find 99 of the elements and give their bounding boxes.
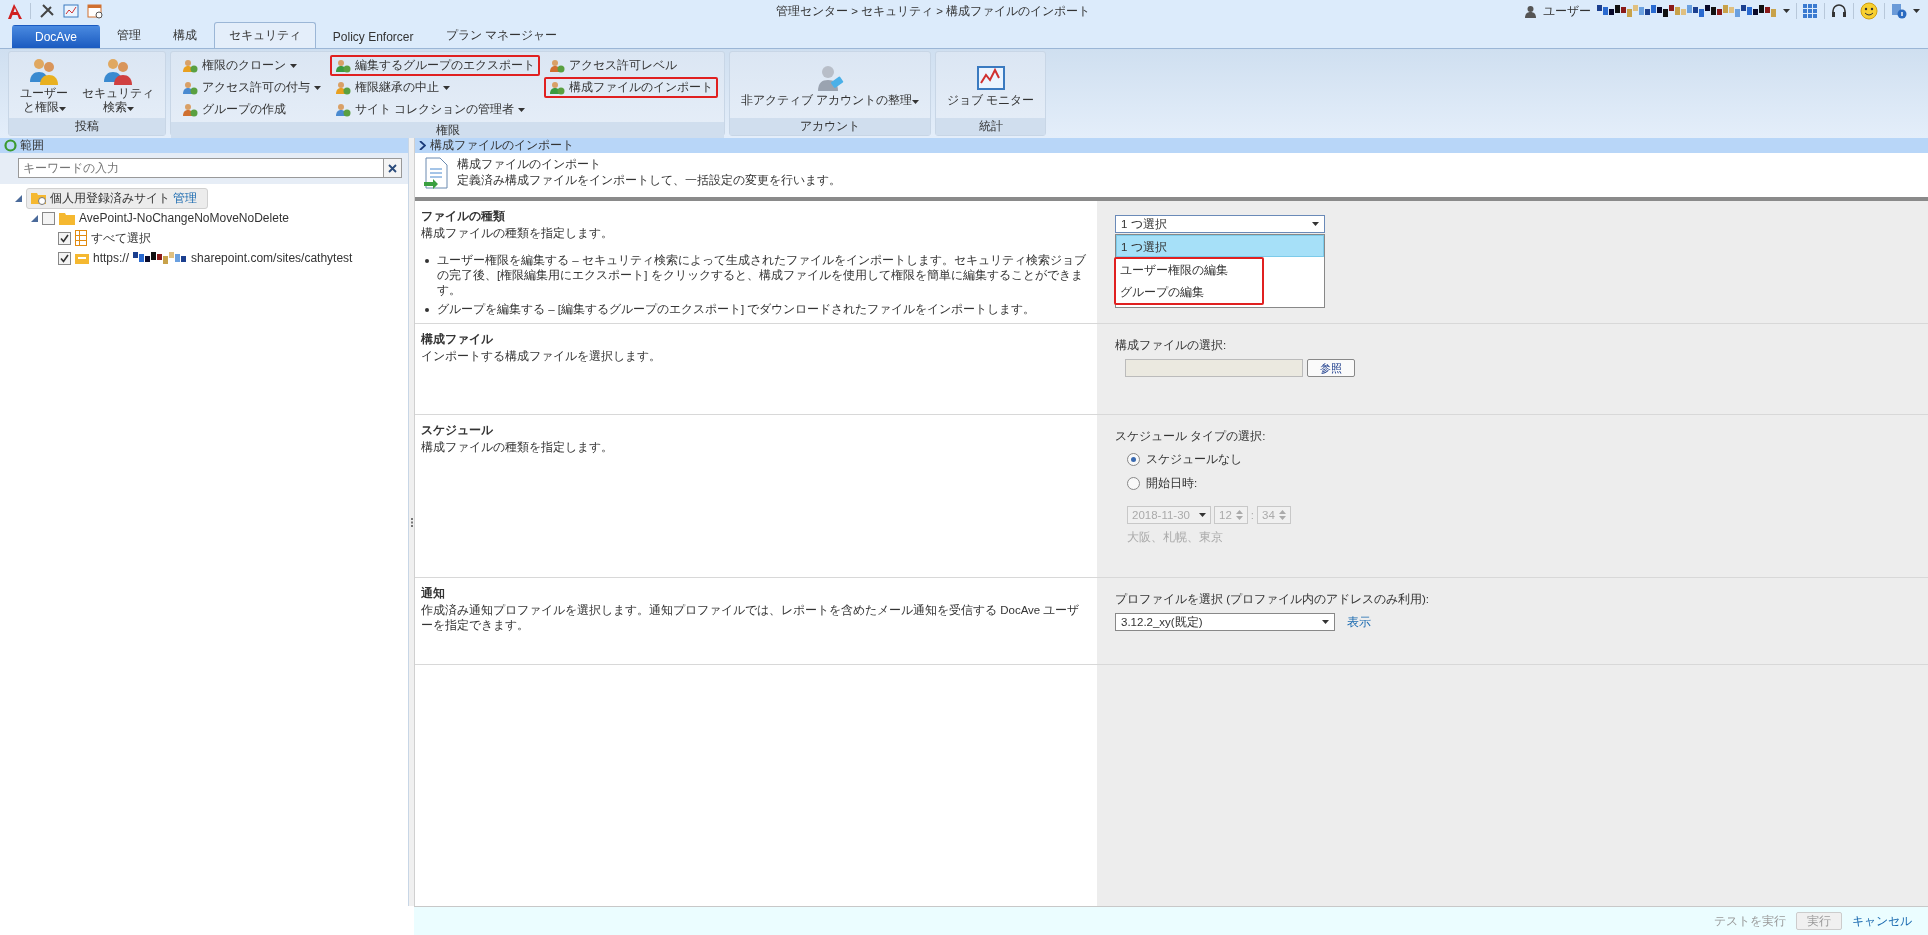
users-icon	[103, 56, 133, 87]
section-description: 構成ファイルの種類を指定します。	[421, 440, 614, 455]
radio-label: 開始日時:	[1146, 475, 1198, 491]
smiley-icon[interactable]	[1860, 2, 1878, 20]
chevron-icon	[419, 141, 426, 150]
ribbon-button[interactable]: グループの作成	[177, 99, 326, 120]
people-icon	[335, 57, 351, 74]
checkbox[interactable]	[58, 251, 71, 265]
caret-icon	[1322, 620, 1329, 624]
list-icon	[75, 230, 87, 246]
url-start: https://	[93, 251, 130, 265]
grip-icon[interactable]	[410, 517, 413, 527]
people-icon	[335, 79, 351, 96]
dropdown-option[interactable]: ユーザー権限の編集	[1116, 259, 1262, 281]
site-url: sharepoint.com/sites/cathytest	[191, 251, 353, 265]
section-description: 構成ファイルの種類を指定します。	[421, 226, 614, 241]
headset-icon[interactable]	[1831, 3, 1847, 19]
bullet-icon	[425, 259, 429, 263]
caret-icon	[1312, 222, 1319, 226]
group-title: アカウント	[730, 118, 931, 135]
tab[interactable]: プラン マネージャー	[430, 22, 572, 48]
field-label: 構成ファイルの選択:	[1115, 338, 1228, 353]
ribbon-button[interactable]: ユーザー と権限	[15, 54, 73, 116]
users-icon	[29, 56, 59, 87]
section-title: 通知	[421, 586, 446, 601]
spin-arrows-icon	[1235, 509, 1243, 521]
section-description: 作成済み通知プロファイルを選択します。通知プロファイルでは、レポートを含めたメール通知を受信する DocAve ユーザーを指定できます。	[421, 603, 1081, 633]
intro-title: 構成ファイルのインポート	[457, 157, 602, 172]
intro-description: 定義済み構成ファイルをインポートして、一括設定の変更を行います。	[457, 173, 841, 188]
bullet-text: ユーザー権限を編集する – セキュリティ検索によって生成されたファイルをインポートします。セキュリティ検索ジョブの完了後、[権限編集用にエクスポート] をクリックすると、構成ファイルを使用して権限を簡単に編集することができます。	[437, 253, 1087, 298]
tab[interactable]: Policy Enforcer	[317, 25, 429, 48]
ribbon-button[interactable]: セキュリティ 検索	[77, 54, 159, 116]
user-icon	[1524, 4, 1537, 18]
panel-title: 構成ファイルのインポート	[430, 138, 574, 153]
browse-button[interactable]: 参照	[1307, 359, 1355, 377]
view-link[interactable]: 表示	[1347, 614, 1371, 630]
calendar-icon[interactable]	[87, 3, 103, 19]
time-separator: :	[1250, 509, 1254, 521]
folder-globe-icon	[31, 191, 47, 205]
ribbon-button[interactable]: アクセス許可の付与	[177, 77, 326, 98]
people-icon	[182, 101, 198, 118]
dropdown-option[interactable]: 1 つ選択	[1116, 235, 1324, 257]
ribbon-button[interactable]: サイト コレクションの管理者	[330, 99, 540, 120]
expander-icon[interactable]	[14, 194, 22, 202]
ribbon-button[interactable]: 編集するグループのエクスポート	[330, 55, 540, 76]
field-label: プロファイルを選択 (プロファイル内のアドレスのみ利用):	[1115, 592, 1431, 607]
document-import-icon	[423, 157, 449, 189]
site-node[interactable]: 個人用登録済みサイト 管理	[26, 187, 208, 209]
profile-select[interactable]: 3.12.2_xy(既定)	[1115, 613, 1335, 631]
ribbon-button[interactable]: ジョブ モニター	[942, 54, 1040, 116]
tab[interactable]: 管理	[101, 22, 156, 48]
people-icon	[549, 79, 565, 96]
close-icon	[388, 163, 397, 173]
node-label: すべて選択	[91, 229, 151, 247]
caret-icon	[1913, 9, 1920, 13]
grid-icon[interactable]	[1803, 3, 1818, 19]
user-eraser-icon	[815, 63, 846, 94]
group-title: 投稿	[9, 118, 165, 135]
radio-label: スケジュールなし	[1146, 451, 1242, 467]
breadcrumb: 管理センター > セキュリティ > 構成ファイルのインポート	[776, 3, 1092, 19]
field-label: スケジュール タイプの選択:	[1115, 429, 1267, 444]
people-icon	[549, 57, 565, 74]
caret-icon	[1199, 513, 1206, 517]
bullet-icon	[425, 308, 429, 312]
ribbon-button[interactable]: アクセス許可レベル	[544, 55, 718, 76]
chart-icon[interactable]	[63, 3, 79, 19]
caret-icon	[1783, 9, 1790, 13]
people-icon	[335, 101, 351, 118]
people-icon	[182, 79, 198, 96]
ribbon-button[interactable]: 構成ファイルのインポート	[544, 77, 718, 98]
people-icon	[182, 57, 198, 74]
ribbon-button[interactable]: 権限継承の中止	[330, 77, 540, 98]
node-label: AvePointJ-NoChangeNoMoveNoDelete	[79, 211, 289, 225]
file-type-select[interactable]: 1 つ選択	[1115, 215, 1325, 233]
logo-icon	[8, 3, 22, 19]
cancel-link[interactable]: キャンセル	[1852, 913, 1912, 929]
bullet-text: グループを編集する – [編集するグループのエクスポート] でダウンロードされたファイルをインポートします。	[437, 302, 1036, 317]
time-zone: 大阪、札幌、東京	[1126, 530, 1224, 545]
dropdown-option[interactable]: グループの編集	[1116, 281, 1262, 303]
folder-icon	[59, 211, 75, 225]
node-label: 個人用登録済みサイト	[50, 189, 170, 207]
user-name[interactable]: ユーザー	[1543, 2, 1591, 20]
section-description: インポートする構成ファイルを選択します。	[421, 349, 662, 364]
ribbon-button[interactable]: 権限のクローン	[177, 55, 326, 76]
expander-icon[interactable]	[30, 214, 38, 222]
tab[interactable]: DocAve	[12, 25, 100, 48]
section-title: スケジュール	[421, 423, 494, 438]
group-title: 統計	[936, 118, 1046, 135]
clear-button[interactable]	[383, 159, 401, 177]
checkbox[interactable]	[42, 211, 55, 225]
panel-title: 範囲	[20, 138, 44, 153]
checkbox[interactable]	[58, 231, 71, 245]
tab[interactable]: 構成	[157, 22, 212, 48]
section-title: 構成ファイル	[421, 332, 494, 347]
ribbon-button[interactable]: 非アクティブ アカウントの整理	[736, 54, 925, 116]
manage-link[interactable]: 管理	[173, 189, 197, 207]
spin-arrows-icon	[1278, 509, 1286, 521]
tab[interactable]: セキュリティ	[213, 22, 316, 48]
section-title: ファイルの種類	[421, 209, 506, 224]
